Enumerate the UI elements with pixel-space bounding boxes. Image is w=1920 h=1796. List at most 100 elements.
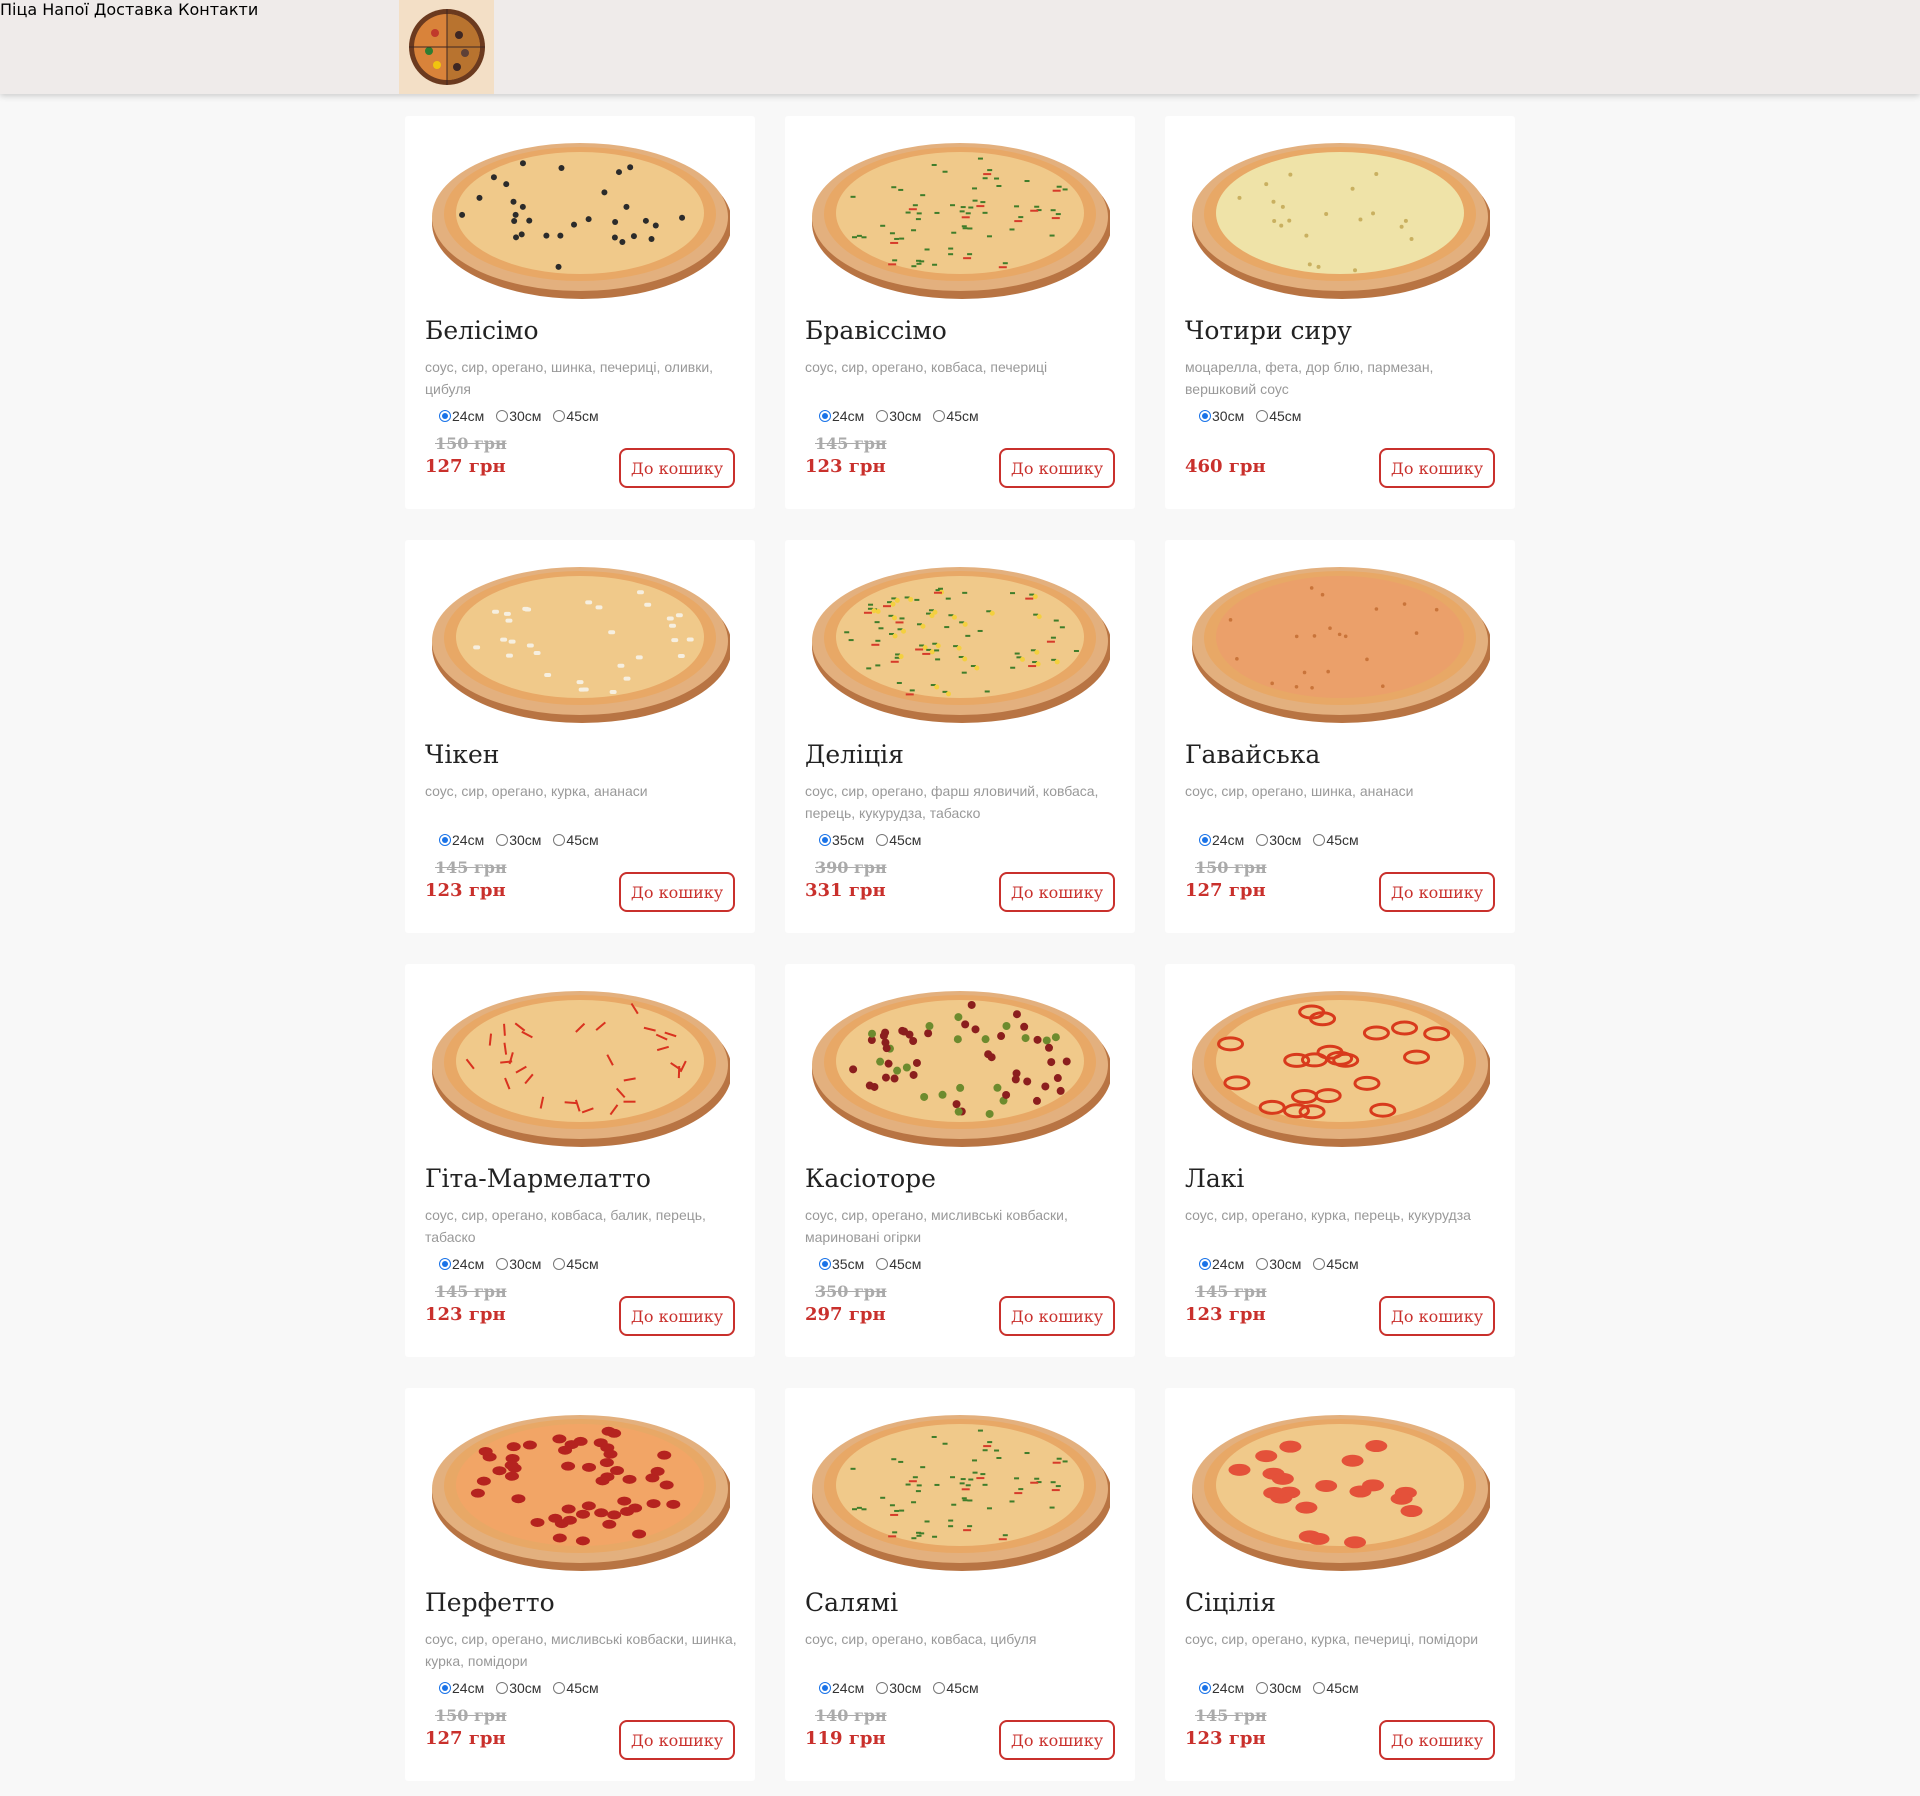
size-radio[interactable]	[819, 1258, 831, 1270]
size-option[interactable]: 30см	[496, 832, 541, 848]
size-option[interactable]: 24см	[439, 408, 484, 424]
size-radio[interactable]	[439, 1258, 451, 1270]
size-option[interactable]: 24см	[439, 832, 484, 848]
pizza-image[interactable]	[430, 979, 730, 1149]
pizza-image[interactable]	[1190, 1403, 1490, 1573]
size-option[interactable]: 30см	[1256, 1256, 1301, 1272]
size-option[interactable]: 45см	[553, 1680, 599, 1696]
pizza-logo-icon[interactable]	[399, 0, 494, 94]
pizza-image[interactable]	[430, 1403, 730, 1573]
size-option[interactable]: 45см	[553, 1256, 599, 1272]
size-radio[interactable]	[876, 1258, 889, 1270]
size-radio[interactable]	[819, 410, 831, 422]
size-option[interactable]: 45см	[933, 408, 979, 424]
size-radio[interactable]	[933, 1682, 946, 1694]
size-option[interactable]: 45см	[1313, 1680, 1359, 1696]
size-radio[interactable]	[876, 410, 889, 422]
nav-drinks[interactable]: Напої	[42, 0, 89, 19]
size-radio[interactable]	[553, 1682, 566, 1694]
product-title[interactable]: Бравіссімо	[805, 316, 947, 345]
pizza-image[interactable]	[1190, 131, 1490, 301]
size-option[interactable]: 30см	[876, 408, 921, 424]
add-to-cart-button[interactable]: До кошику	[619, 448, 735, 488]
product-title[interactable]: Деліція	[805, 740, 904, 769]
product-title[interactable]: Сіцілія	[1185, 1588, 1276, 1617]
size-radio[interactable]	[1313, 1258, 1326, 1270]
size-option[interactable]: 30см	[496, 1256, 541, 1272]
size-option[interactable]: 30см	[876, 1680, 921, 1696]
nav-pizza[interactable]: Піца	[0, 0, 37, 19]
size-radio[interactable]	[1199, 834, 1211, 846]
add-to-cart-button[interactable]: До кошику	[999, 448, 1115, 488]
product-title[interactable]: Лакі	[1185, 1164, 1244, 1193]
size-radio[interactable]	[1199, 1682, 1211, 1694]
product-title[interactable]: Белісімо	[425, 316, 539, 345]
size-radio[interactable]	[876, 1682, 889, 1694]
size-radio[interactable]	[1256, 1258, 1269, 1270]
size-radio[interactable]	[553, 410, 566, 422]
size-radio[interactable]	[933, 410, 946, 422]
size-option[interactable]: 30см	[496, 408, 541, 424]
size-option[interactable]: 35см	[819, 832, 864, 848]
size-radio[interactable]	[439, 834, 451, 846]
size-radio[interactable]	[553, 1258, 566, 1270]
pizza-image[interactable]	[1190, 979, 1490, 1149]
size-option[interactable]: 24см	[819, 408, 864, 424]
pizza-image[interactable]	[810, 131, 1110, 301]
add-to-cart-button[interactable]: До кошику	[1379, 448, 1495, 488]
add-to-cart-button[interactable]: До кошику	[1379, 1296, 1495, 1336]
size-radio[interactable]	[1313, 834, 1326, 846]
size-radio[interactable]	[819, 1682, 831, 1694]
size-option[interactable]: 30см	[1199, 408, 1244, 424]
size-option[interactable]: 24см	[1199, 1680, 1244, 1696]
nav-delivery[interactable]: Доставка	[94, 0, 173, 19]
size-option[interactable]: 45см	[933, 1680, 979, 1696]
size-option[interactable]: 30см	[1256, 832, 1301, 848]
product-title[interactable]: Чікен	[425, 740, 499, 769]
add-to-cart-button[interactable]: До кошику	[619, 1296, 735, 1336]
pizza-image[interactable]	[810, 555, 1110, 725]
size-option[interactable]: 30см	[1256, 1680, 1301, 1696]
size-radio[interactable]	[439, 410, 451, 422]
size-option[interactable]: 24см	[1199, 1256, 1244, 1272]
add-to-cart-button[interactable]: До кошику	[999, 1296, 1115, 1336]
size-radio[interactable]	[1313, 1682, 1326, 1694]
size-option[interactable]: 45см	[1313, 832, 1359, 848]
pizza-image[interactable]	[430, 131, 730, 301]
size-option[interactable]: 45см	[553, 832, 599, 848]
size-option[interactable]: 45см	[876, 1256, 921, 1272]
size-radio[interactable]	[496, 834, 509, 846]
product-title[interactable]: Чотири сиру	[1185, 316, 1352, 345]
product-title[interactable]: Гіта-Мармелатто	[425, 1164, 651, 1193]
pizza-image[interactable]	[810, 979, 1110, 1149]
size-option[interactable]: 24см	[439, 1256, 484, 1272]
size-option[interactable]: 45см	[1313, 1256, 1359, 1272]
pizza-image[interactable]	[1190, 555, 1490, 725]
size-option[interactable]: 35см	[819, 1256, 864, 1272]
size-radio[interactable]	[1256, 834, 1269, 846]
nav-contacts[interactable]: Контакти	[178, 0, 258, 19]
add-to-cart-button[interactable]: До кошику	[1379, 1720, 1495, 1760]
size-radio[interactable]	[876, 834, 889, 846]
size-radio[interactable]	[1199, 1258, 1211, 1270]
size-option[interactable]: 24см	[819, 1680, 864, 1696]
pizza-image[interactable]	[430, 555, 730, 725]
size-radio[interactable]	[1256, 1682, 1269, 1694]
size-option[interactable]: 45см	[1256, 408, 1301, 424]
add-to-cart-button[interactable]: До кошику	[619, 872, 735, 912]
add-to-cart-button[interactable]: До кошику	[1379, 872, 1495, 912]
add-to-cart-button[interactable]: До кошику	[999, 872, 1115, 912]
product-title[interactable]: Гавайська	[1185, 740, 1320, 769]
add-to-cart-button[interactable]: До кошику	[999, 1720, 1115, 1760]
add-to-cart-button[interactable]: До кошику	[619, 1720, 735, 1760]
size-radio[interactable]	[819, 834, 831, 846]
size-radio[interactable]	[496, 1682, 509, 1694]
size-radio[interactable]	[553, 834, 566, 846]
size-option[interactable]: 30см	[496, 1680, 541, 1696]
size-radio[interactable]	[496, 1258, 509, 1270]
size-option[interactable]: 24см	[1199, 832, 1244, 848]
size-option[interactable]: 45см	[876, 832, 921, 848]
size-radio[interactable]	[1256, 410, 1269, 422]
size-radio[interactable]	[496, 410, 509, 422]
size-radio[interactable]	[439, 1682, 451, 1694]
